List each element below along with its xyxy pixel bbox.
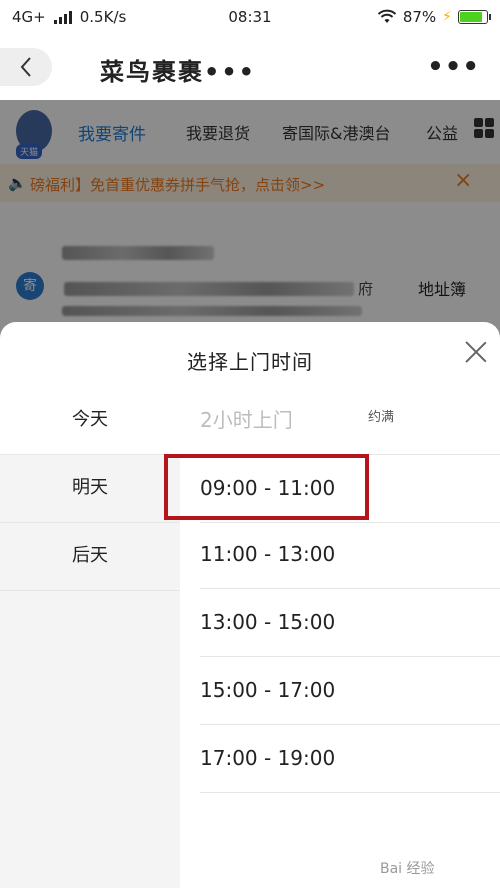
time-picker-sheet: 选择上门时间 今天 明天 后天 今天 2小时上门 约满 09:00 - 11:0… xyxy=(0,322,500,888)
day-today-label[interactable]: 今天 xyxy=(0,386,180,454)
day-list: 今天 明天 后天 xyxy=(0,386,180,888)
title-bar: 菜鸟裹裹••• ••• xyxy=(0,34,500,100)
sheet-title: 选择上门时间 xyxy=(187,350,313,374)
divider xyxy=(200,792,500,793)
time-slot[interactable]: 13:00 - 15:00 xyxy=(200,610,335,634)
divider xyxy=(200,588,500,589)
day-tomorrow[interactable]: 明天 xyxy=(0,454,180,522)
status-right: 87% ⚡ xyxy=(377,8,491,26)
divider xyxy=(0,590,180,591)
chevron-left-icon xyxy=(20,57,31,77)
more-options-icon[interactable]: ••• xyxy=(427,52,480,82)
wifi-icon xyxy=(377,9,396,23)
day-after-tomorrow[interactable]: 后天 xyxy=(0,522,180,590)
slot-two-hour: 2小时上门 xyxy=(200,408,293,432)
battery-percent: 87% xyxy=(402,8,437,26)
watermark: Bai 经验 xyxy=(380,861,435,877)
time-slot[interactable]: 15:00 - 17:00 xyxy=(200,678,335,702)
charging-icon: ⚡ xyxy=(442,9,452,25)
divider xyxy=(0,454,180,455)
divider xyxy=(200,724,500,725)
selection-highlight-box xyxy=(164,454,369,520)
divider xyxy=(200,656,500,657)
battery-icon xyxy=(458,10,491,24)
back-button[interactable] xyxy=(0,48,52,86)
divider xyxy=(0,522,180,523)
divider xyxy=(200,522,500,523)
status-bar: 4G+ 0.5K/s 08:31 87% ⚡ xyxy=(0,0,500,34)
time-slot[interactable]: 17:00 - 19:00 xyxy=(200,746,335,770)
close-icon[interactable] xyxy=(460,336,492,368)
slot-full-note: 约满 xyxy=(368,410,395,425)
time-slot[interactable]: 11:00 - 13:00 xyxy=(200,542,335,566)
page-title: 菜鸟裹裹••• xyxy=(100,58,257,86)
